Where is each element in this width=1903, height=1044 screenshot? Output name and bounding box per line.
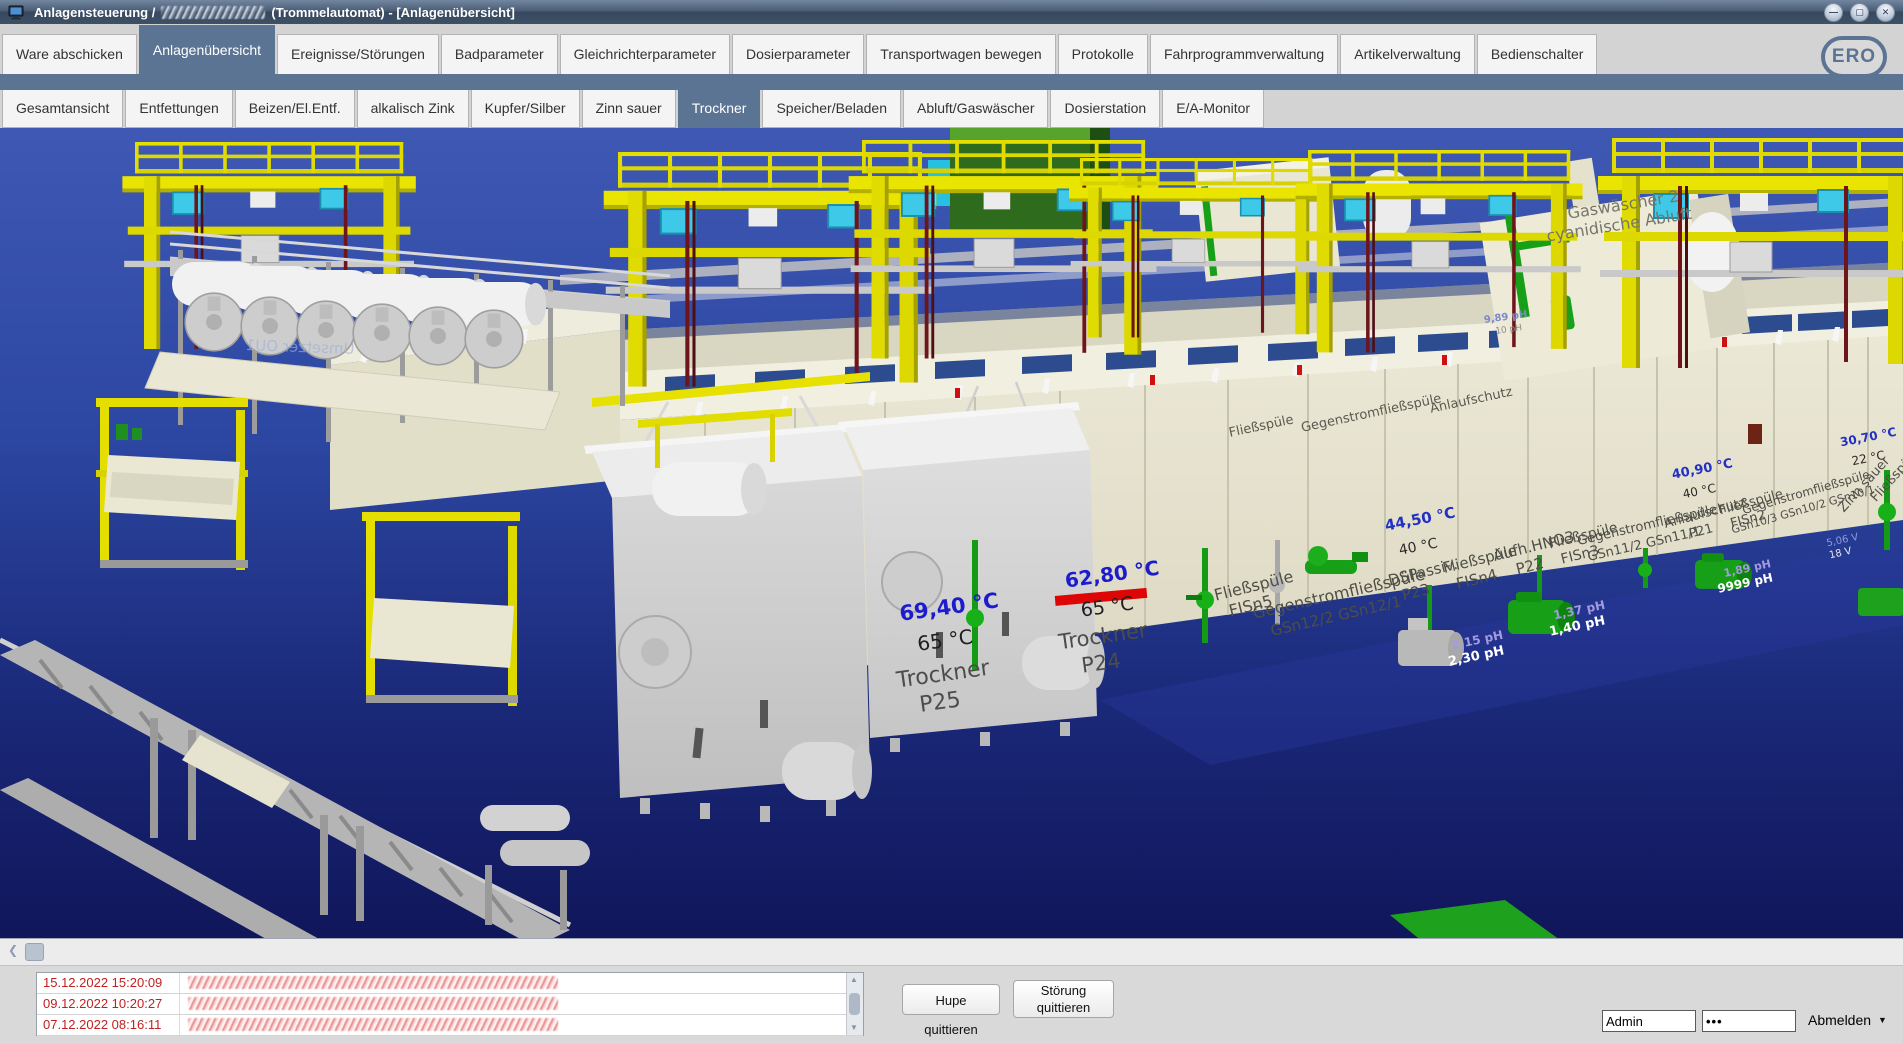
subtab-speicher-beladen[interactable]: Speicher/Beladen <box>762 90 901 128</box>
title-bar: Anlagensteuerung / (Trommelautomat) - [A… <box>0 0 1903 24</box>
subtab-zinn-sauer[interactable]: Zinn sauer <box>582 90 676 128</box>
tab-ware-abschicken[interactable]: Ware abschicken <box>2 34 137 74</box>
logout-label[interactable]: Abmelden <box>1808 1012 1871 1028</box>
title-prefix: Anlagensteuerung / <box>34 5 155 20</box>
scroll-down-icon[interactable]: ▼ <box>850 1024 858 1032</box>
main-tab-bar: Ware abschicken Anlagenübersicht Ereigni… <box>0 24 1903 74</box>
tab-gleichrichterparameter[interactable]: Gleichrichterparameter <box>560 34 730 74</box>
subtab-gesamtansicht[interactable]: Gesamtansicht <box>2 90 123 128</box>
ero-logo: ERO <box>1821 36 1887 78</box>
log-vscrollbar[interactable]: ▲ ▼ <box>846 973 863 1035</box>
application-window: Anlagensteuerung / (Trommelautomat) - [A… <box>0 0 1903 1040</box>
tab-anlagenuebersicht[interactable]: Anlagenübersicht <box>139 25 275 74</box>
redacted-plant-name <box>161 6 265 19</box>
password-field[interactable] <box>1702 1010 1796 1032</box>
tab-transportwagen-bewegen[interactable]: Transportwagen bewegen <box>866 34 1055 74</box>
redacted-log-text <box>188 1018 558 1031</box>
log-message <box>179 1015 847 1035</box>
subtab-ea-monitor[interactable]: E/A-Monitor <box>1162 90 1264 128</box>
minimize-icon[interactable]: — <box>1824 3 1843 22</box>
title-suffix: (Trommelautomat) - [Anlagenübersicht] <box>271 5 514 20</box>
dropdown-caret-icon[interactable]: ▼ <box>1878 1015 1887 1025</box>
log-message <box>179 994 847 1014</box>
log-timestamp: 09.12.2022 10:20:27 <box>37 994 179 1014</box>
username-field[interactable] <box>1602 1010 1696 1032</box>
subtab-abluft-gaswaescher[interactable]: Abluft/Gaswäscher <box>903 90 1049 128</box>
subtab-entfettungen[interactable]: Entfettungen <box>125 90 232 128</box>
scroll-up-icon[interactable]: ▲ <box>850 976 858 984</box>
subtab-alkalisch-zink[interactable]: alkalisch Zink <box>357 90 469 128</box>
scene-label: Umsetzer OU1 <box>245 336 354 358</box>
accent-bar <box>0 74 1903 90</box>
subtab-beizen-el-entf[interactable]: Beizen/El.Entf. <box>235 90 355 128</box>
bottom-panel: 15.12.2022 15:20:09 09.12.2022 10:20:27 … <box>0 966 1903 1041</box>
tab-protokolle[interactable]: Protokolle <box>1058 34 1148 74</box>
subtab-kupfer-silber[interactable]: Kupfer/Silber <box>471 90 580 128</box>
log-row[interactable]: 09.12.2022 10:20:27 <box>37 994 863 1015</box>
close-icon[interactable]: ✕ <box>1876 3 1895 22</box>
tab-fahrprogrammverwaltung[interactable]: Fahrprogrammverwaltung <box>1150 34 1338 74</box>
vscroll-thumb[interactable] <box>849 993 860 1015</box>
log-timestamp: 07.12.2022 08:16:11 <box>37 1015 179 1035</box>
plant-3d-scene[interactable]: Gaswäscher 2cyanidische Abluft9,89 pH10 … <box>0 128 1903 938</box>
app-monitor-icon <box>8 5 26 20</box>
redacted-log-text <box>188 997 558 1010</box>
tab-dosierparameter[interactable]: Dosierparameter <box>732 34 864 74</box>
viewport-hscrollbar[interactable]: ❮ <box>0 938 1903 966</box>
log-row[interactable]: 07.12.2022 08:16:11 <box>37 1015 863 1036</box>
tab-badparameter[interactable]: Badparameter <box>441 34 558 74</box>
log-row[interactable]: 15.12.2022 15:20:09 <box>37 973 863 994</box>
plant-3d-viewport[interactable]: Gaswäscher 2cyanidische Abluft9,89 pH10 … <box>0 128 1903 938</box>
maximize-icon[interactable]: ▢ <box>1850 3 1869 22</box>
tab-artikelverwaltung[interactable]: Artikelverwaltung <box>1340 34 1475 74</box>
event-log-table[interactable]: 15.12.2022 15:20:09 09.12.2022 10:20:27 … <box>36 972 864 1036</box>
subtab-trockner[interactable]: Trockner <box>678 90 761 128</box>
tab-bedienschalter[interactable]: Bedienschalter <box>1477 34 1598 74</box>
scroll-left-icon[interactable]: ❮ <box>8 944 18 956</box>
redacted-log-text <box>188 976 558 989</box>
tab-header: Ware abschicken Anlagenübersicht Ereigni… <box>0 24 1903 128</box>
log-timestamp: 15.12.2022 15:20:09 <box>37 973 179 993</box>
window-controls: — ▢ ✕ <box>1824 3 1895 22</box>
hscroll-thumb[interactable] <box>25 943 44 961</box>
fault-acknowledge-button[interactable]: Störung quittieren <box>1013 980 1114 1018</box>
tab-ereignisse-stoerungen[interactable]: Ereignisse/Störungen <box>277 34 439 74</box>
sub-tab-bar: Gesamtansicht Entfettungen Beizen/El.Ent… <box>0 90 1903 128</box>
subtab-dosierstation[interactable]: Dosierstation <box>1050 90 1160 128</box>
horn-acknowledge-button[interactable]: Hupe quittieren <box>902 984 1000 1015</box>
log-message <box>179 973 847 993</box>
